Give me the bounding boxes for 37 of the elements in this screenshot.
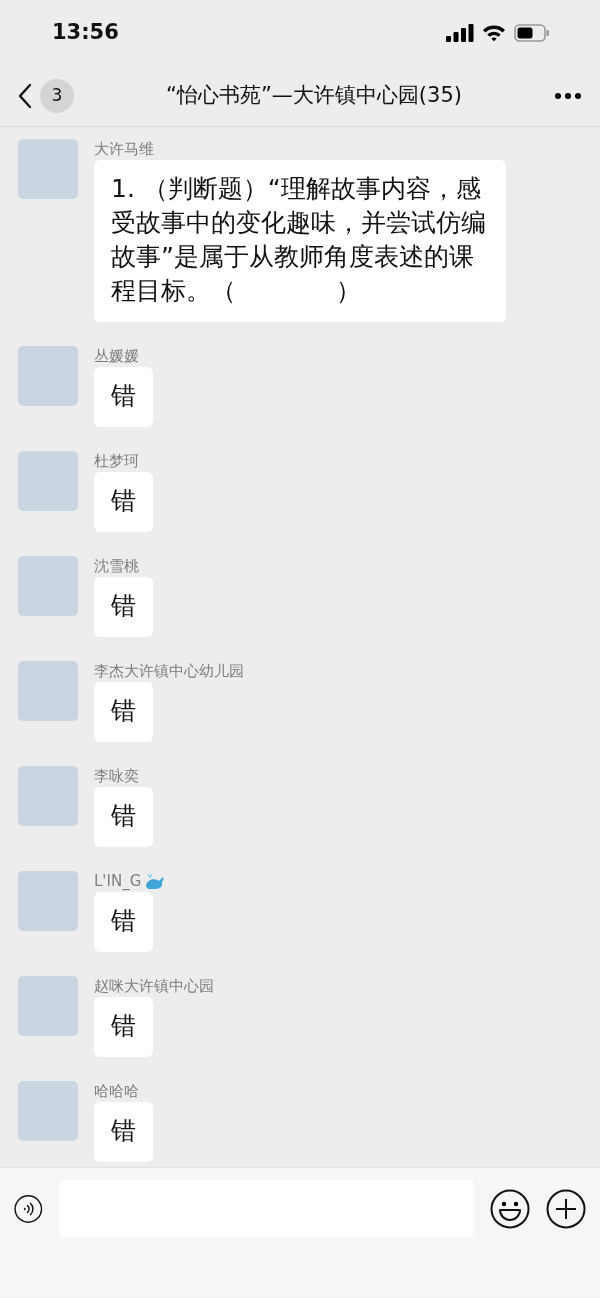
message-bubble: 错 bbox=[94, 787, 153, 847]
sender-name: 李杰大许镇中心幼儿园 bbox=[94, 661, 244, 681]
avatar-placeholder[interactable] bbox=[18, 346, 78, 406]
message-bubble: 错 bbox=[94, 367, 153, 427]
sender-name: 哈哈哈 bbox=[94, 1081, 139, 1101]
sender-name: 杜梦珂 bbox=[94, 451, 139, 471]
avatar-placeholder[interactable] bbox=[18, 976, 78, 1036]
message-bubble: 错 bbox=[94, 1102, 153, 1162]
avatar-placeholder[interactable] bbox=[18, 556, 78, 616]
battery-icon bbox=[514, 23, 550, 42]
avatar-placeholder[interactable] bbox=[18, 871, 78, 931]
message-bubble: 错 bbox=[94, 682, 153, 742]
emoji-icon[interactable] bbox=[490, 1189, 530, 1229]
avatar-placeholder[interactable] bbox=[18, 451, 78, 511]
add-icon[interactable] bbox=[546, 1189, 586, 1229]
message-bubble: 错 bbox=[94, 472, 153, 532]
message-bubble: 错 bbox=[94, 892, 153, 952]
more-icon[interactable] bbox=[554, 92, 582, 100]
avatar-placeholder[interactable] bbox=[18, 139, 78, 199]
avatar-placeholder[interactable] bbox=[18, 766, 78, 826]
message-bubble: 错 bbox=[94, 997, 153, 1057]
status-time: 13:56 bbox=[52, 18, 119, 46]
sender-name: 赵咪大许镇中心园 bbox=[94, 976, 214, 996]
unread-count-badge[interactable]: 3 bbox=[40, 78, 74, 113]
chat-title: “怡心书苑”—大许镇中心园(35) bbox=[165, 81, 463, 109]
sender-name: 丛媛媛 bbox=[94, 346, 139, 366]
avatar-placeholder[interactable] bbox=[18, 1081, 78, 1141]
signal-icon bbox=[446, 23, 474, 42]
sender-name: 李咏奕 bbox=[94, 766, 139, 786]
message-bubble: 错 bbox=[94, 577, 153, 637]
sender-name: 沈雪桃 bbox=[94, 556, 139, 576]
sender-name: L'IN_G bbox=[94, 871, 142, 891]
back-icon[interactable] bbox=[18, 82, 32, 109]
message-bubble: 1. （判断题）“理解故事内容，感受故事中的变化趣味，并尝试仿编故事”是属于从教师角度表述的课程目标。（ ） bbox=[94, 160, 506, 322]
wifi-icon bbox=[482, 23, 506, 42]
avatar-placeholder[interactable] bbox=[18, 661, 78, 721]
sender-name: 大许马维 bbox=[94, 139, 154, 159]
